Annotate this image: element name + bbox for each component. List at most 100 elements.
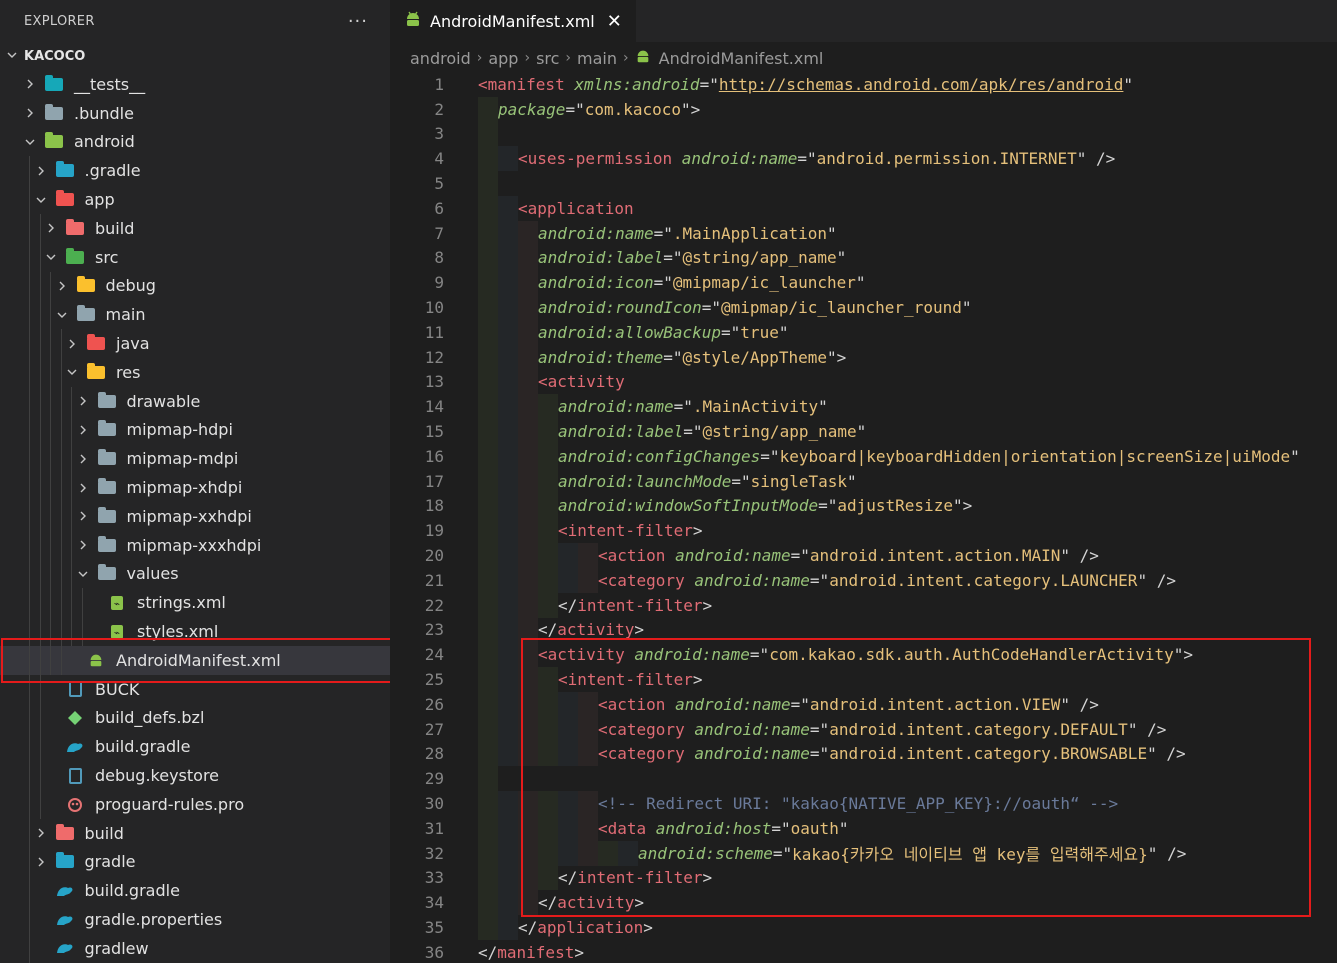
- code-line[interactable]: 10 android:roundIcon =" @mipmap/ic_launcher…: [390, 295, 1337, 320]
- code-line[interactable]: 11 android:allowBackup =" true ": [390, 319, 1337, 345]
- code-line[interactable]: 17 android:launchMode =" singleTask ": [390, 468, 1337, 494]
- tree-item[interactable]: build.gradle: [0, 732, 390, 762]
- code-line[interactable]: 31 <data android:host =" oauth ": [390, 815, 1337, 841]
- tree-item[interactable]: values: [0, 559, 390, 589]
- code-line[interactable]: 3: [390, 121, 1337, 147]
- tree-item[interactable]: mipmap-hdpi: [0, 415, 390, 445]
- tree-item[interactable]: build.gradle: [0, 876, 390, 906]
- chevron-right-icon[interactable]: [22, 105, 38, 121]
- breadcrumb-item[interactable]: main: [577, 49, 617, 68]
- tree-item[interactable]: .gradle: [0, 156, 390, 186]
- code-line[interactable]: 26 <action android:name =" android.intent.a…: [390, 691, 1337, 717]
- chevron-down-icon[interactable]: [54, 307, 70, 323]
- tree-item[interactable]: build: [0, 213, 390, 243]
- code-line[interactable]: 35 </application >: [390, 915, 1337, 940]
- code-line[interactable]: 6 <application: [390, 195, 1337, 221]
- tree-item[interactable]: gradle.properties: [0, 905, 390, 934]
- tree-item[interactable]: build_defs.bzl: [0, 703, 390, 733]
- tree-item[interactable]: app: [0, 185, 390, 214]
- tab-android-manifest[interactable]: AndroidManifest.xml ✕: [390, 0, 636, 42]
- code-line[interactable]: 32 android:scheme =" kakao{카카오 네이티브 앱 key를 …: [390, 840, 1337, 866]
- tree-item[interactable]: build: [0, 818, 390, 848]
- code-line[interactable]: 19 <intent-filter >: [390, 518, 1337, 544]
- tree-item[interactable]: main: [0, 300, 390, 330]
- chevron-right-icon[interactable]: [75, 451, 91, 467]
- chevron-right-icon[interactable]: [75, 537, 91, 553]
- breadcrumb-item[interactable]: android: [410, 49, 471, 68]
- tree-item[interactable]: __tests__: [0, 70, 390, 99]
- code-line[interactable]: 24 <activity android:name =" com.kakao.sdk.…: [390, 642, 1337, 668]
- close-icon[interactable]: ✕: [607, 11, 622, 32]
- chevron-right-icon[interactable]: [33, 825, 49, 841]
- chevron-right-icon[interactable]: [33, 854, 49, 870]
- tree-item[interactable]: mipmap-xxxhdpi: [0, 530, 390, 560]
- code-line[interactable]: 33 </intent-filter >: [390, 865, 1337, 891]
- tree-item[interactable]: android: [0, 128, 390, 157]
- chevron-down-icon[interactable]: [43, 249, 59, 265]
- code-line[interactable]: 4 <uses-permission android:name =" android.…: [390, 146, 1337, 172]
- chevron-right-icon[interactable]: [64, 336, 80, 352]
- code-line[interactable]: 34 </activity >: [390, 890, 1337, 916]
- tree-item[interactable]: proguard-rules.pro: [0, 789, 390, 819]
- chevron-right-icon[interactable]: [75, 508, 91, 524]
- code-line[interactable]: 5: [390, 171, 1337, 196]
- code-token: android:label: [558, 422, 684, 442]
- code-line[interactable]: 25 <intent-filter >: [390, 667, 1337, 692]
- tree-item[interactable]: src: [0, 242, 390, 272]
- chevron-down-icon[interactable]: [33, 192, 49, 208]
- more-actions-icon[interactable]: ···: [348, 11, 368, 32]
- code-line[interactable]: 30 <!-- Redirect URI: "kakao{NATIVE_APP_K…: [390, 791, 1337, 816]
- breadcrumb-item[interactable]: AndroidManifest.xml: [659, 49, 824, 68]
- breadcrumb-item[interactable]: src: [536, 49, 559, 68]
- workspace-root[interactable]: KACOCO: [0, 42, 390, 70]
- chevron-down-icon[interactable]: [64, 364, 80, 380]
- tree-item[interactable]: .bundle: [0, 99, 390, 128]
- tree-item[interactable]: java: [0, 329, 390, 358]
- code-line[interactable]: 9 android:icon =" @mipmap/ic_launcher ": [390, 270, 1337, 296]
- code-line[interactable]: 7 android:name =" .MainApplication ": [390, 220, 1337, 246]
- tree-item[interactable]: mipmap-xhdpi: [0, 473, 390, 502]
- tree-item[interactable]: gradlew: [0, 933, 390, 963]
- code-line[interactable]: 16 android:configChanges =" keyboard|keyboa…: [390, 443, 1337, 469]
- code-line[interactable]: 20 <action android:name =" android.intent.a…: [390, 543, 1337, 568]
- chevron-right-icon[interactable]: [33, 163, 49, 179]
- code-line[interactable]: 22 </intent-filter >: [390, 592, 1337, 618]
- chevron-down-icon[interactable]: [75, 566, 91, 582]
- code-token: <manifest: [478, 74, 575, 94]
- tree-item[interactable]: gradle: [0, 847, 390, 877]
- code-line[interactable]: 15 android:label =" @string/app_name ": [390, 419, 1337, 444]
- code-line[interactable]: 1 <manifest xmlns:android =" http://schemas…: [390, 72, 1337, 97]
- chevron-right-icon[interactable]: [43, 220, 59, 236]
- tree-item[interactable]: mipmap-xxhdpi: [0, 501, 390, 531]
- chevron-down-icon[interactable]: [22, 134, 38, 150]
- code-area[interactable]: 1 <manifest xmlns:android =" http://schemas…: [390, 72, 1337, 963]
- tree-item[interactable]: res: [0, 357, 390, 387]
- tree-item[interactable]: ⌁ styles.xml: [0, 617, 390, 646]
- tree-item[interactable]: drawable: [0, 386, 390, 416]
- code-line[interactable]: 28 <category android:name =" android.intent…: [390, 741, 1337, 767]
- chevron-right-icon[interactable]: [54, 278, 70, 294]
- code-line[interactable]: 23 </activity >: [390, 617, 1337, 643]
- code-line[interactable]: 18 android:windowSoftInputMode =" adjustRes…: [390, 493, 1337, 519]
- chevron-right-icon[interactable]: [75, 422, 91, 438]
- chevron-right-icon[interactable]: [75, 480, 91, 496]
- indent-guide: [29, 588, 30, 618]
- code-line[interactable]: 27 <category android:name =" android.intent…: [390, 716, 1337, 742]
- code-line[interactable]: 14 android:name =" .MainActivity ": [390, 394, 1337, 420]
- code-line[interactable]: 8 android:label =" @string/app_name ": [390, 245, 1337, 271]
- tree-item[interactable]: BUCK: [0, 674, 390, 704]
- tree-item[interactable]: AndroidManifest.xml: [0, 645, 390, 675]
- breadcrumb-item[interactable]: app: [488, 49, 518, 68]
- tree-item[interactable]: mipmap-mdpi: [0, 444, 390, 474]
- chevron-right-icon[interactable]: [75, 393, 91, 409]
- tree-item[interactable]: debug.keystore: [0, 761, 390, 790]
- chevron-right-icon[interactable]: [22, 76, 38, 92]
- tree-item[interactable]: ⌁ strings.xml: [0, 588, 390, 618]
- code-line[interactable]: 12 android:theme =" @style/AppTheme ">: [390, 344, 1337, 370]
- code-line[interactable]: 2 package =" com.kacoco ">: [390, 96, 1337, 122]
- code-line[interactable]: 29: [390, 766, 1337, 792]
- code-line[interactable]: 21 <category android:name =" android.intent…: [390, 567, 1337, 593]
- code-line[interactable]: 36 </manifest >: [390, 940, 1337, 963]
- code-line[interactable]: 13 <activity: [390, 369, 1337, 395]
- tree-item[interactable]: debug: [0, 271, 390, 301]
